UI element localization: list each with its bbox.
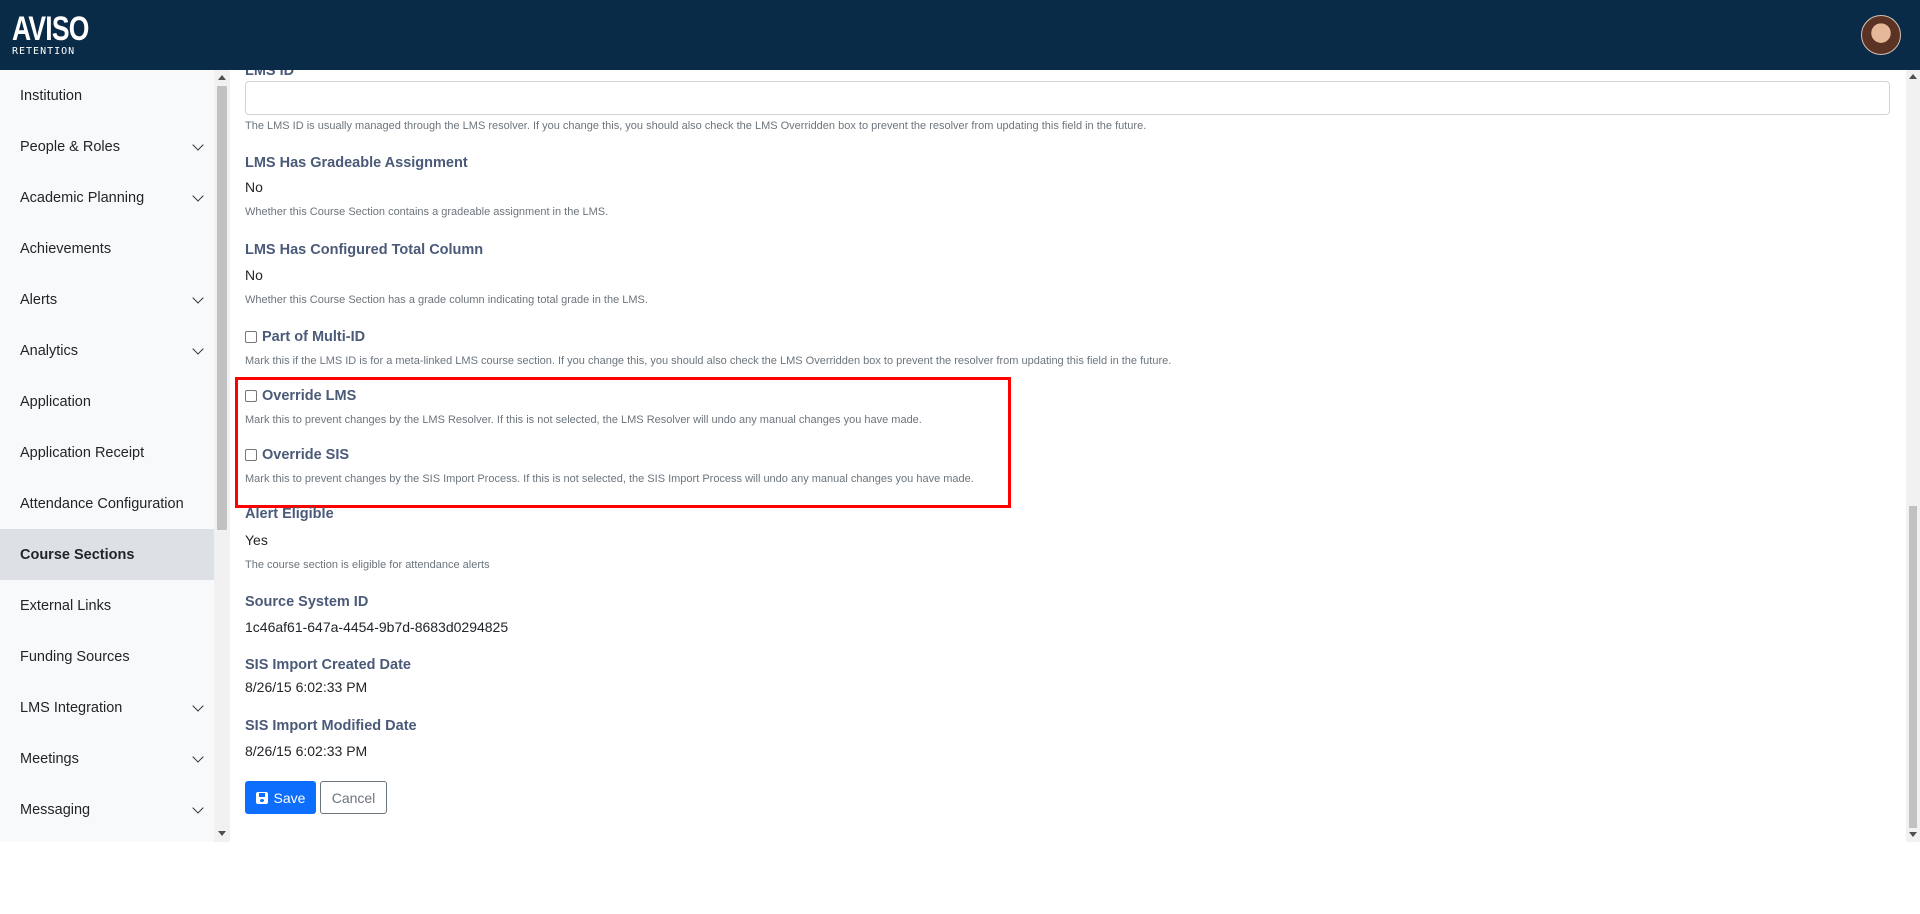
sidebar-item-label: Analytics [20, 342, 79, 359]
override-sis-checkbox[interactable] [245, 449, 257, 461]
sidebar-item-label: Application Receipt [20, 444, 145, 461]
chevron-down-icon [192, 801, 204, 814]
chevron-down-icon [192, 291, 204, 304]
save-button-label: Save [273, 789, 306, 806]
chevron-down-icon [192, 138, 204, 151]
sidebar-item-label: People & Roles [20, 138, 120, 155]
source-system-id-label: Source System ID [245, 594, 369, 610]
page-scroll-up-arrow-icon[interactable] [1909, 74, 1917, 79]
multi-id-help: Mark this if the LMS ID is for a meta-li… [245, 355, 1172, 367]
override-lms-help: Mark this to prevent changes by the LMS … [245, 414, 922, 426]
sidebar-item-label: Meetings [20, 750, 79, 767]
save-button[interactable]: Save [245, 781, 316, 814]
sidebar-item-attendance-configuration[interactable]: Attendance Configuration [0, 478, 214, 529]
sidebar-item-achievements[interactable]: Achievements [0, 223, 214, 274]
lms-total-column-value: No [245, 267, 263, 283]
lms-total-column-label: LMS Has Configured Total Column [245, 242, 484, 258]
sis-created-value: 8/26/15 6:02:33 PM [245, 679, 368, 695]
multi-id-label[interactable]: Part of Multi-ID [262, 329, 365, 345]
sidebar-item-external-links[interactable]: External Links [0, 580, 214, 631]
sidebar-item-institution[interactable]: Institution [0, 70, 214, 121]
lms-id-help: The LMS ID is usually managed through th… [245, 120, 1147, 132]
aviso-logo[interactable]: AVISO RETENTION [12, 10, 89, 59]
override-lms-label[interactable]: Override LMS [262, 388, 356, 404]
chevron-down-icon [192, 342, 204, 355]
override-lms-checkbox[interactable] [245, 390, 257, 402]
sidebar-item-label: Course Sections [20, 546, 135, 563]
sidebar-item-lms-integration[interactable]: LMS Integration [0, 682, 214, 733]
top-navbar: AVISO RETENTION [0, 0, 1920, 70]
page-scrollbar-thumb[interactable] [1909, 506, 1917, 828]
logo-title: AVISO [12, 10, 89, 48]
sidebar-item-application-receipt[interactable]: Application Receipt [0, 427, 214, 478]
alert-eligible-value: Yes [245, 532, 268, 548]
sidebar-item-label: Achievements [20, 240, 112, 257]
sidebar-item-messaging[interactable]: Messaging [0, 784, 214, 835]
sidebar-item-label: LMS Integration [20, 699, 123, 716]
lms-total-column-help: Whether this Course Section has a grade … [245, 294, 648, 306]
alert-eligible-label: Alert Eligible [245, 506, 334, 522]
override-sis-label[interactable]: Override SIS [262, 447, 349, 463]
sidebar-item-application[interactable]: Application [0, 376, 214, 427]
sidebar-item-label: Attendance Configuration [20, 495, 184, 512]
override-sis-help: Mark this to prevent changes by the SIS … [245, 473, 974, 485]
sidebar-item-label: Funding Sources [20, 648, 130, 665]
scroll-up-arrow-icon[interactable] [218, 75, 226, 80]
sidebar-item-funding-sources[interactable]: Funding Sources [0, 631, 214, 682]
sidebar-item-label: External Links [20, 597, 112, 614]
sis-modified-value: 8/26/15 6:02:33 PM [245, 743, 368, 759]
chevron-down-icon [192, 750, 204, 763]
sidebar-item-label: Institution [20, 87, 83, 104]
sidebar: Institution People & Roles Academic Plan… [0, 70, 214, 842]
multi-id-checkbox[interactable] [245, 331, 257, 343]
sis-modified-label: SIS Import Modified Date [245, 718, 417, 734]
save-icon [255, 791, 268, 804]
sidebar-item-label: Alerts [20, 291, 58, 308]
sidebar-item-analytics[interactable]: Analytics [0, 325, 214, 376]
sidebar-item-alerts[interactable]: Alerts [0, 274, 214, 325]
page-scroll-down-arrow-icon[interactable] [1909, 832, 1917, 837]
scroll-down-arrow-icon[interactable] [218, 831, 226, 836]
sidebar-item-label: Academic Planning [20, 189, 145, 206]
sidebar-item-course-sections[interactable]: Course Sections [0, 529, 214, 580]
cancel-button-label: Cancel [331, 789, 376, 806]
course-section-form: LMS ID The LMS ID is usually managed thr… [230, 70, 1906, 842]
sidebar-item-label: Messaging [20, 801, 91, 818]
alert-eligible-help: The course section is eligible for atten… [245, 559, 490, 571]
lms-id-label: LMS ID [245, 70, 295, 79]
lms-gradeable-label: LMS Has Gradeable Assignment [245, 155, 468, 171]
cancel-button[interactable]: Cancel [320, 781, 387, 814]
sidebar-item-label: Application [20, 393, 91, 410]
chevron-down-icon [192, 189, 204, 202]
sidebar-item-meetings[interactable]: Meetings [0, 733, 214, 784]
lms-gradeable-value: No [245, 179, 263, 195]
lms-gradeable-help: Whether this Course Section contains a g… [245, 206, 609, 218]
chevron-down-icon [192, 699, 204, 712]
lms-id-input[interactable] [245, 81, 1890, 115]
source-system-id-value: 1c46af61-647a-4454-9b7d-8683d0294825 [245, 619, 509, 635]
sidebar-item-people-roles[interactable]: People & Roles [0, 121, 214, 172]
sis-created-label: SIS Import Created Date [245, 657, 411, 673]
sidebar-scrollbar-thumb[interactable] [217, 86, 227, 530]
sidebar-item-academic-planning[interactable]: Academic Planning [0, 172, 214, 223]
user-avatar-icon[interactable] [1861, 15, 1901, 55]
